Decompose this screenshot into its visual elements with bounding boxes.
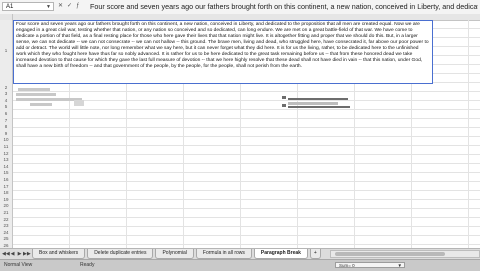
formula-content[interactable]: Four score and seven years ago our fathe… xyxy=(90,2,478,12)
cell-smudge xyxy=(16,98,82,101)
row-number[interactable]: 9 xyxy=(0,131,12,136)
formula-icons: ✕ ✓ ƒ xyxy=(58,2,83,11)
name-box-value: A1 xyxy=(6,4,14,10)
cell-underline xyxy=(288,106,350,108)
row-number[interactable]: 11 xyxy=(0,144,12,149)
formula-bar: A1 ▼ ✕ ✓ ƒ Four score and seven years ago … xyxy=(0,0,480,15)
row-number[interactable]: 24 xyxy=(0,230,12,235)
row-number[interactable]: 21 xyxy=(0,210,12,215)
row-number[interactable]: 22 xyxy=(0,217,12,222)
cell-a1-text: Four score and seven years ago our fathe… xyxy=(16,22,429,70)
tab-delete-duplicate-entries[interactable]: Delete duplicate entries xyxy=(87,249,154,259)
row-number[interactable]: 10 xyxy=(0,137,12,142)
name-box[interactable]: A1 ▼ xyxy=(2,2,54,11)
status-mode: Ready xyxy=(80,262,95,268)
first-sheet-icon[interactable]: ◀◀ xyxy=(2,250,10,259)
row-header: 1 2 3 4 5 6 7 8 9 10 11 12 13 14 15 16 17 18 19 20 21 22 23 24 2… xyxy=(0,20,13,248)
sum-value: Sum= 0 xyxy=(339,263,355,268)
cell-smudge xyxy=(18,88,50,91)
next-sheet-icon[interactable]: ▶ xyxy=(16,250,23,259)
row-number[interactable]: 1 xyxy=(0,48,12,53)
row-number[interactable]: 6 xyxy=(0,111,12,116)
sheet-nav: ◀◀◀ ▶ ▶▶ xyxy=(2,250,31,259)
tab-formula-in-all-rows[interactable]: Formula in all rows xyxy=(195,249,252,259)
row-number[interactable]: 12 xyxy=(0,151,12,156)
tab-box-and-whiskers[interactable]: Box and whiskers xyxy=(32,249,86,259)
cell-marker xyxy=(282,104,286,107)
last-sheet-icon[interactable]: ▶▶ xyxy=(23,250,31,259)
row-number[interactable]: 13 xyxy=(0,157,12,162)
chevron-down-icon[interactable]: ▼ xyxy=(398,263,402,269)
function-icon[interactable]: ƒ xyxy=(76,2,79,11)
row-number[interactable]: 14 xyxy=(0,164,12,169)
row-number[interactable]: 8 xyxy=(0,124,12,129)
cell-marker xyxy=(282,96,286,99)
row-number[interactable]: 4 xyxy=(0,98,12,103)
add-sheet-button[interactable]: + xyxy=(309,249,321,259)
active-cell-a1[interactable]: Four score and seven years ago our fathe… xyxy=(13,20,433,84)
row-number[interactable]: 19 xyxy=(0,197,12,202)
scrollbar-thumb[interactable] xyxy=(335,252,445,256)
chevron-down-icon[interactable]: ▼ xyxy=(46,3,51,12)
cell-smudge xyxy=(30,103,52,106)
row-number[interactable]: 3 xyxy=(0,91,12,96)
horizontal-scrollbar[interactable] xyxy=(330,250,480,258)
tab-paragraph-break[interactable]: Paragraph Break xyxy=(253,249,308,259)
cancel-icon[interactable]: ✕ xyxy=(58,2,63,11)
cell-underline xyxy=(288,102,338,105)
cell-underline xyxy=(288,98,348,100)
row-number[interactable]: 15 xyxy=(0,170,12,175)
row-number[interactable]: 2 xyxy=(0,85,12,90)
row-number[interactable]: 16 xyxy=(0,177,12,182)
confirm-icon[interactable]: ✓ xyxy=(67,2,72,11)
row-number[interactable]: 23 xyxy=(0,223,12,228)
cell-smudge xyxy=(74,100,84,106)
row-number[interactable]: 17 xyxy=(0,184,12,189)
status-bar: Normal View Ready Sum= 0 ▼ xyxy=(0,259,480,271)
row-number[interactable]: 20 xyxy=(0,203,12,208)
row-number[interactable]: 7 xyxy=(0,118,12,123)
row-number[interactable]: 5 xyxy=(0,104,12,109)
sum-dropdown[interactable]: Sum= 0 ▼ xyxy=(335,262,405,268)
prev-sheet-icon[interactable]: ◀ xyxy=(9,250,16,259)
row-number[interactable]: 18 xyxy=(0,190,12,195)
view-mode[interactable]: Normal View xyxy=(4,260,32,271)
cell-smudge xyxy=(16,93,56,96)
row-number[interactable]: 25 xyxy=(0,236,12,241)
tab-polynomial[interactable]: Polynomial xyxy=(155,249,194,259)
